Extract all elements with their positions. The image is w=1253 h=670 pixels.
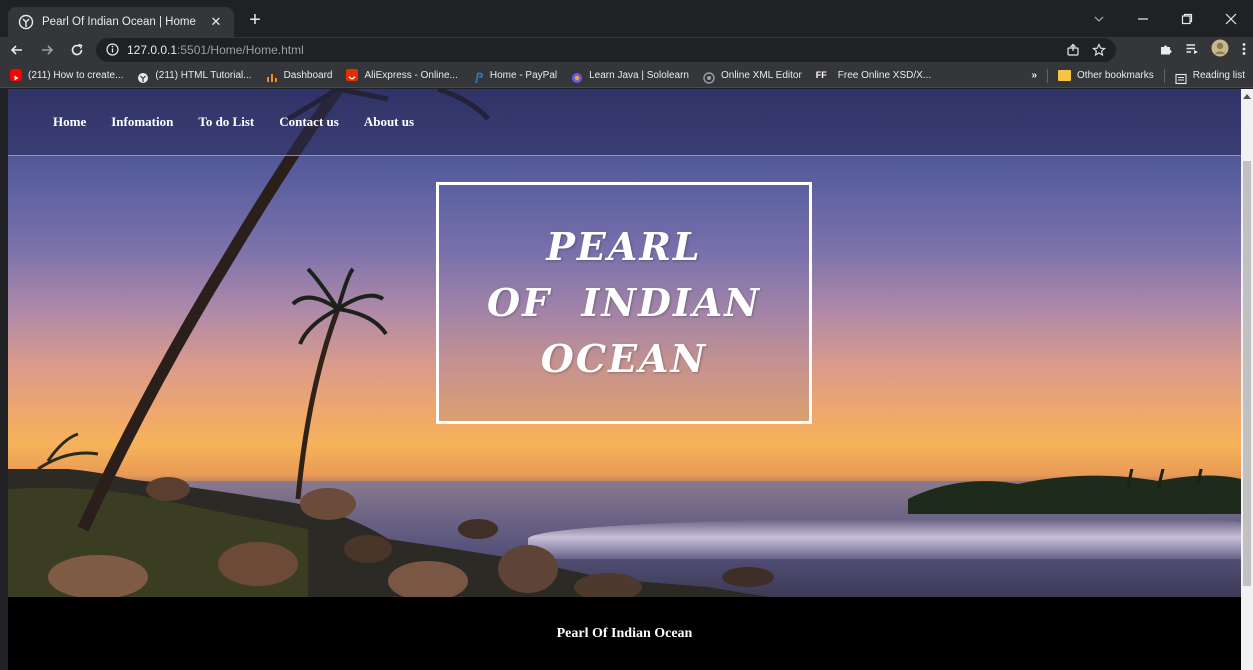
bookmark-label: Online XML Editor [721,69,802,81]
bookmark-sololearn[interactable]: Learn Java | Sololearn [571,69,689,83]
toolbar-extensions [1159,39,1247,61]
aliexpress-icon [346,69,359,81]
close-tab-icon[interactable]: ✕ [208,15,224,30]
bookmark-label: Learn Java | Sololearn [589,69,689,81]
hero-title-line-3: OCEAN [540,336,708,381]
nav-contact-us[interactable]: Contact us [279,114,339,130]
page-viewport: Home Infomation To do List Contact us Ab… [8,89,1241,670]
bookmark-label: Free Online XSD/X... [837,69,932,81]
bookmark-dashboard[interactable]: Dashboard [266,69,333,82]
bookmark-label: Dashboard [283,69,333,81]
address-bar[interactable]: 127.0.0.1:5501/Home/Home.html [96,38,1116,62]
bookmark-xsd[interactable]: FF Free Online XSD/X... [816,69,931,81]
nav-todo-list[interactable]: To do List [198,114,254,130]
reading-list-button[interactable]: Reading list [1193,70,1245,81]
info-icon[interactable] [106,41,119,60]
footer-text: Pearl Of Indian Ocean [556,625,693,641]
nav-about-us[interactable]: About us [364,114,414,130]
hero-title-line-1: PEARL [546,224,702,269]
bookmark-label: Home - PayPal [489,69,558,81]
new-tab-button[interactable]: + [244,10,266,32]
reading-list-icon [1175,70,1187,84]
bookmark-aliexpress[interactable]: AliExpress - Online... [346,69,458,81]
active-tab[interactable]: Pearl Of Indian Ocean | Home ✕ [8,7,234,37]
url-host: 127.0.0.1 [127,43,178,57]
share-icon[interactable] [1066,42,1080,61]
bookmark-youtube-html[interactable]: (211) How to create... [10,69,123,81]
window-controls [1077,0,1253,37]
dashboard-icon [266,69,278,82]
url-path: :5501/Home/Home.html [177,43,304,57]
globe-icon [18,14,34,30]
sololearn-icon [571,69,583,83]
site-navbar: Home Infomation To do List Contact us Ab… [8,89,1241,156]
scrollbar-thumb[interactable] [1243,161,1251,586]
back-button[interactable] [4,39,30,61]
omnibox-actions [1066,42,1106,61]
hero-title-box: PEARL OF INDIAN OCEAN [436,182,812,424]
nav-infomation[interactable]: Infomation [111,114,173,130]
bookmark-label: (211) How to create... [28,69,124,81]
bookmark-xml-editor[interactable]: Online XML Editor [703,69,802,84]
bookmark-label: (211) HTML Tutorial... [155,69,252,81]
forward-button[interactable] [34,39,60,61]
tab-search-icon[interactable] [1077,3,1121,35]
bookmark-paypal[interactable]: Home - PayPal [472,69,558,84]
extensions-puzzle-icon[interactable] [1159,41,1173,60]
bookmark-separator [1163,68,1165,83]
tab-title: Pearl Of Indian Ocean | Home [42,16,196,28]
nav-home[interactable]: Home [53,114,86,130]
scroll-up-arrow-icon[interactable] [1241,89,1253,103]
bookmark-label: AliExpress - Online... [364,69,458,81]
forward-arrow-icon [42,45,54,55]
restore-button[interactable] [1165,3,1209,35]
page-footer: Pearl Of Indian Ocean [8,597,1241,670]
paypal-icon [472,69,484,84]
more-bookmarks-button[interactable]: » [1031,70,1037,81]
close-window-button[interactable] [1209,3,1253,35]
ff-icon: FF [815,70,827,80]
back-arrow-icon [10,45,22,55]
tab-strip: Pearl Of Indian Ocean | Home ✕ + [0,0,1253,37]
page-scrollbar[interactable] [1241,89,1253,670]
bookmark-star-icon[interactable] [1092,42,1106,61]
browser-toolbar: 127.0.0.1:5501/Home/Home.html [0,37,1253,63]
globe-icon [137,69,149,83]
bookmark-html-tutorial[interactable]: (211) HTML Tutorial... [137,69,252,83]
folder-icon [1058,70,1072,81]
bookmark-separator [1047,68,1049,83]
media-queue-icon[interactable] [1185,41,1199,60]
xml-editor-icon [703,69,715,84]
hero-title-line-2: OF INDIAN [487,280,761,325]
minimize-button[interactable] [1121,3,1165,35]
other-bookmarks-button[interactable]: Other bookmarks [1077,70,1154,81]
browser-menu-icon[interactable] [1241,41,1247,60]
reload-button[interactable] [64,39,90,61]
profile-avatar[interactable] [1211,39,1229,61]
youtube-icon [10,69,22,81]
reload-icon [71,43,83,56]
bookmarks-bar: (211) How to create... (211) HTML Tutori… [0,63,1253,88]
url-text: 127.0.0.1:5501/Home/Home.html [127,43,304,57]
bookmarks-right: » Other bookmarks Reading list [1031,63,1245,88]
